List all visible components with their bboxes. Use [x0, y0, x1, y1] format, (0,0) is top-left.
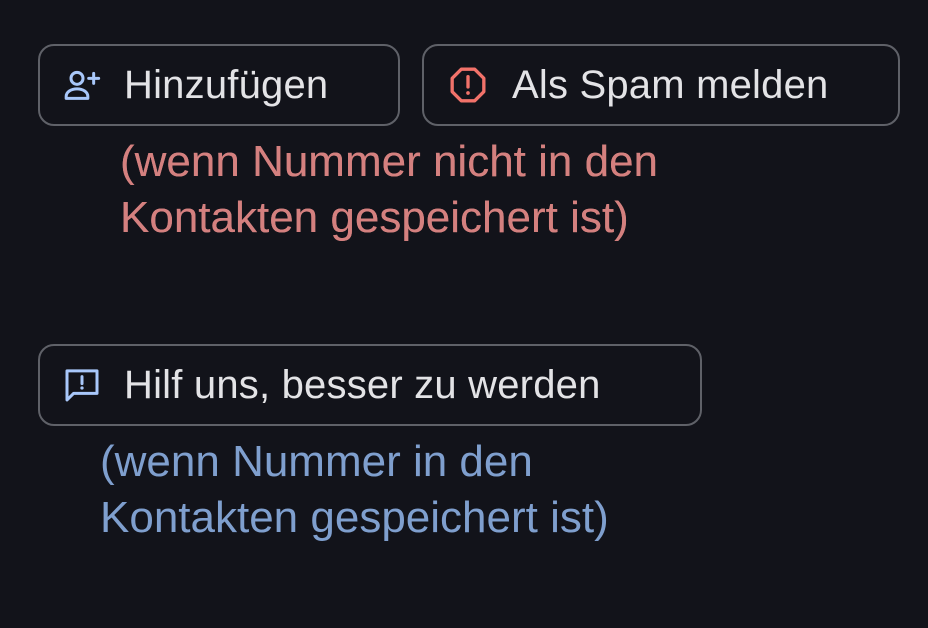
note-not-in-contacts-line1: (wenn Nummer nicht in den	[120, 137, 659, 186]
page: Hinzufügen Als Spam melden (wenn Nummer …	[0, 0, 928, 628]
note-not-in-contacts: (wenn Nummer nicht in den Kontakten gesp…	[120, 134, 658, 246]
add-contact-button[interactable]: Hinzufügen	[38, 44, 400, 126]
alert-octagon-icon	[446, 63, 490, 107]
person-add-icon	[60, 63, 104, 107]
feedback-icon	[60, 363, 104, 407]
report-spam-button[interactable]: Als Spam melden	[422, 44, 900, 126]
add-contact-label: Hinzufügen	[124, 62, 329, 107]
feedback-button[interactable]: Hilf uns, besser zu werden	[38, 344, 702, 426]
note-in-contacts: (wenn Nummer in den Kontakten gespeicher…	[100, 434, 609, 546]
feedback-label: Hilf uns, besser zu werden	[124, 362, 601, 407]
note-in-contacts-line1: (wenn Nummer in den	[100, 437, 533, 486]
report-spam-label: Als Spam melden	[512, 62, 829, 107]
note-in-contacts-line2: Kontakten gespeichert ist)	[100, 493, 609, 542]
note-not-in-contacts-line2: Kontakten gespeichert ist)	[120, 193, 629, 242]
